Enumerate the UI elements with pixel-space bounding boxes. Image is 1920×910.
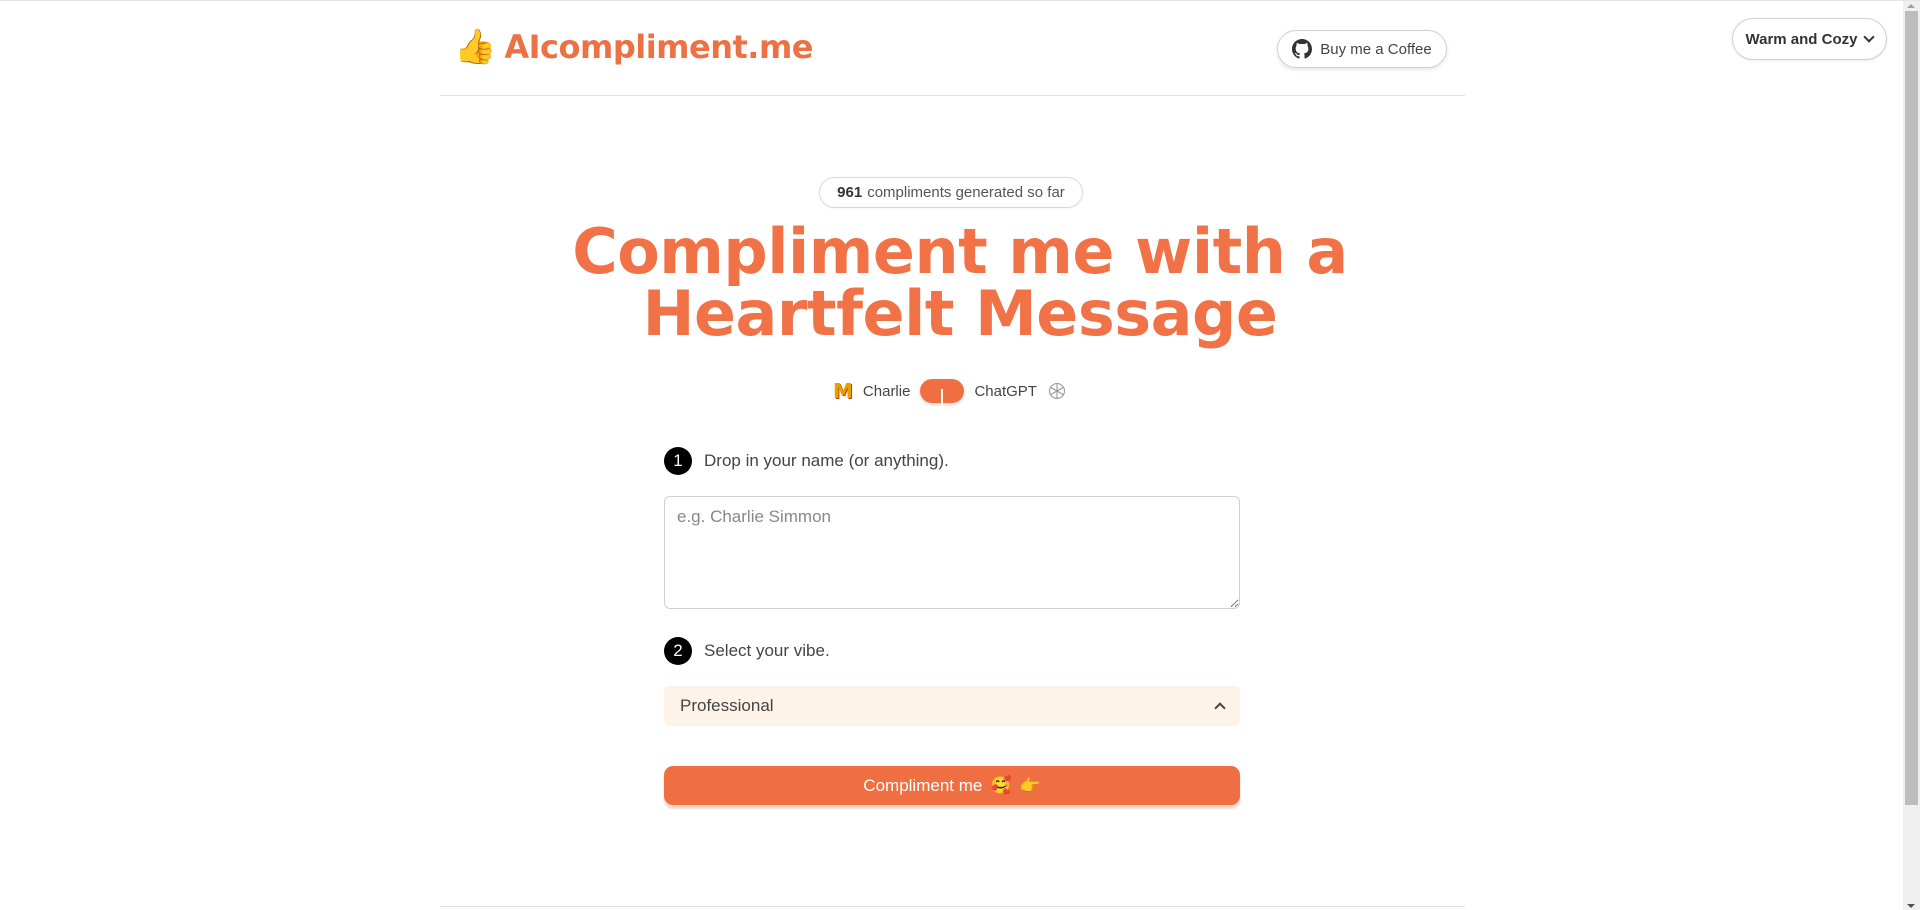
logo-text: AIcompliment.me [504,28,813,66]
openai-icon [1048,382,1066,400]
theme-selected-label: Warm and Cozy [1745,30,1858,48]
chevron-down-icon [1863,31,1876,43]
buy-coffee-label: Buy me a Coffee [1320,40,1432,58]
pointing-right-emoji-icon: 👉 [1019,775,1041,795]
title-line-2: Heartfelt Message [642,277,1278,350]
compliment-me-label: Compliment me [863,775,983,795]
compliment-me-button[interactable]: Compliment me 🥰 👉 [664,766,1240,805]
github-icon [1292,39,1313,59]
step-2-label: Select your vibe. [704,641,830,660]
vibe-select[interactable]: Professional [664,686,1240,726]
vibe-selected-label: Professional [680,696,774,715]
site-header: 👍 AIcompliment.me Buy me a Coffee [440,1,1465,96]
name-input[interactable] [664,496,1240,609]
step-2-label-row: 2 Select your vibe. [664,637,830,665]
model-toggle-switch[interactable] [920,379,965,407]
compliment-count: 961 [837,184,863,201]
step-2-number-icon: 2 [664,637,692,665]
step-1-number-icon: 1 [664,447,692,475]
thumbs-up-emoji-icon: 👍 [454,28,497,66]
title-line-1: Compliment me with a [572,215,1348,288]
theme-dropdown[interactable]: Warm and Cozy [1732,18,1887,60]
smiling-hearts-emoji-icon: 🥰 [990,775,1012,795]
page-title: Compliment me with a Heartfelt Message [460,221,1460,345]
footer-divider [440,906,1465,907]
charlie-model-icon: M [833,379,853,403]
scrollbar-thumb[interactable] [1905,11,1918,805]
scroll-up-arrow-icon[interactable] [1907,4,1915,8]
step-1-label: Drop in your name (or anything). [704,451,949,470]
buy-coffee-button[interactable]: Buy me a Coffee [1277,30,1447,68]
scroll-down-arrow-icon[interactable] [1907,904,1915,908]
compliment-count-suffix: compliments generated so far [867,184,1065,201]
model-toggle-row: M Charlie ChatGPT [820,376,1080,407]
charlie-label: Charlie [862,382,911,400]
chatgpt-label: ChatGPT [974,382,1037,400]
vertical-scrollbar[interactable] [1903,1,1920,910]
logo-link[interactable]: 👍 AIcompliment.me [454,27,813,67]
step-1-label-row: 1 Drop in your name (or anything). [664,447,949,475]
stats-badge: 961 compliments generated so far [819,177,1083,208]
chevron-up-icon [1214,702,1226,714]
